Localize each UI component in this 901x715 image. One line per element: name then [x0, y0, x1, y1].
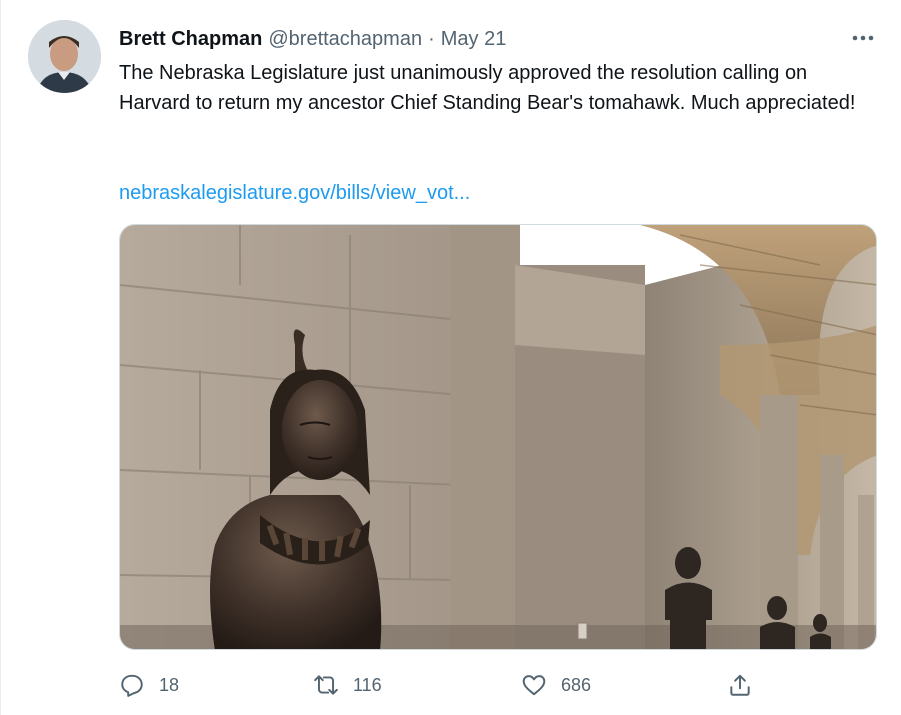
heart-icon — [522, 675, 546, 696]
statue-hallway-image — [120, 225, 876, 649]
avatar[interactable] — [28, 20, 101, 93]
tweet-date[interactable]: May 21 — [441, 28, 507, 51]
more-icon[interactable] — [850, 26, 876, 50]
reply-icon — [121, 674, 143, 697]
like-button[interactable]: 686 — [521, 668, 591, 702]
action-bar: 18 116 686 — [119, 668, 879, 702]
separator-dot: · — [428, 27, 435, 50]
retweet-count: 116 — [353, 674, 382, 695]
reply-button[interactable]: 18 — [119, 668, 179, 702]
author-handle[interactable]: @brettachapman — [268, 28, 422, 51]
share-button[interactable] — [727, 668, 753, 702]
retweet-button[interactable]: 116 — [313, 668, 382, 702]
author-name[interactable]: Brett Chapman — [119, 28, 262, 51]
tweet-header: Brett Chapman @brettachapman · May 21 — [119, 26, 881, 52]
share-icon — [730, 674, 750, 696]
retweet-icon — [314, 675, 338, 695]
tweet-text: The Nebraska Legislature just unanimousl… — [119, 62, 856, 114]
tweet-photo[interactable] — [119, 224, 877, 650]
avatar-image — [28, 20, 101, 93]
tweet-link[interactable]: nebraskalegislature.gov/bills/view_vot..… — [119, 178, 470, 208]
tweet[interactable]: Brett Chapman @brettachapman · May 21 Th… — [0, 0, 901, 715]
like-count: 686 — [561, 674, 592, 695]
reply-count: 18 — [159, 674, 180, 695]
